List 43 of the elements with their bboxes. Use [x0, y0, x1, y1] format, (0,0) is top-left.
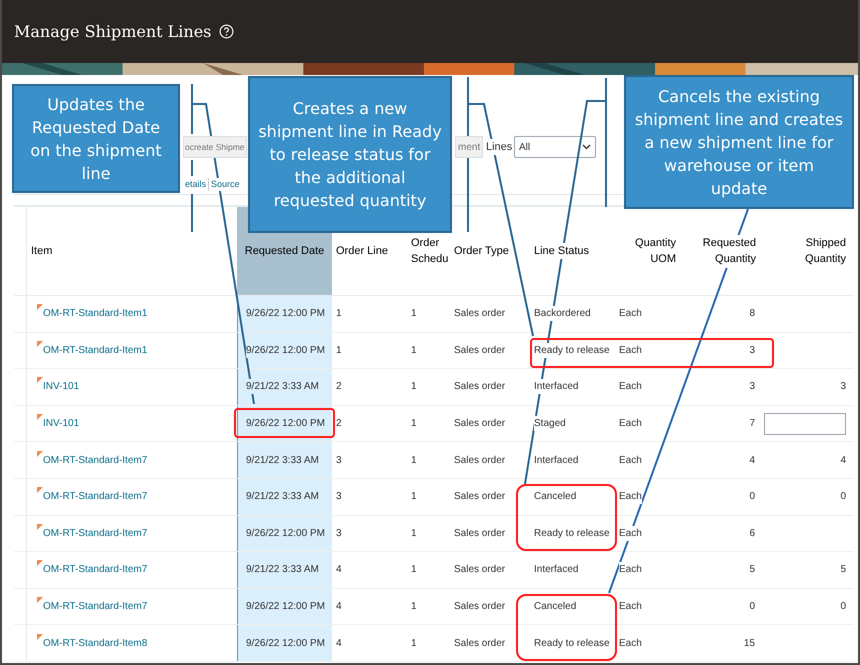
chevron-down-icon — [582, 144, 591, 150]
table-cell: Ready to release — [534, 526, 610, 541]
flag-icon — [37, 377, 43, 384]
flag-icon — [37, 524, 43, 530]
flag-icon — [37, 560, 43, 566]
table-cell: Ready to release — [534, 636, 610, 651]
help-icon[interactable] — [219, 24, 234, 39]
table-cell: 9/21/22 3:33 AM — [246, 379, 319, 394]
callout: Updates the Requested Date on the shipment line — [12, 84, 180, 193]
item-link[interactable]: OM-RT-Standard-Item1 — [37, 306, 148, 322]
table-cell: Interfaced — [534, 379, 578, 394]
flag-icon — [37, 304, 43, 310]
table-cell: Each — [619, 526, 642, 541]
item-link[interactable]: INV-101 — [37, 416, 80, 432]
table-cell: Backordered — [534, 306, 591, 322]
column-header[interactable]: Line Status — [534, 242, 590, 260]
item-link[interactable]: OM-RT-Standard-Item1 — [37, 342, 148, 358]
table-cell: Staged — [534, 416, 566, 432]
toolbar-button[interactable]: ocreate Shipme — [183, 136, 247, 158]
item-link[interactable]: OM-RT-Standard-Item8 — [37, 636, 148, 651]
callout: Creates a new shipment line in Ready to release status for the additional requested quantity — [248, 76, 452, 233]
item-link[interactable]: OM-RT-Standard-Item7 — [37, 599, 148, 614]
callout: Cancels the existing shipment line and creates a new shipment line for warehouse or item update — [624, 75, 854, 209]
flag-icon — [37, 340, 43, 347]
flag-icon — [37, 597, 43, 604]
item-link[interactable]: OM-RT-Standard-Item7 — [37, 489, 148, 504]
item-link[interactable]: INV-101 — [37, 379, 80, 394]
flag-icon — [37, 450, 43, 457]
lines-select[interactable]: All — [514, 136, 596, 158]
tab[interactable]: Source — [208, 178, 242, 192]
item-link[interactable]: OM-RT-Standard-Item7 — [37, 526, 148, 541]
shipped-quantity-field[interactable] — [764, 412, 846, 435]
flag-icon — [37, 414, 43, 420]
toolbar-button[interactable]: ment — [455, 136, 484, 158]
flag-icon — [37, 487, 43, 494]
flag-icon — [37, 634, 43, 640]
table-cell: Each — [619, 489, 642, 504]
table-cell: 9/26/22 12:00 PM — [246, 342, 325, 358]
lines-label: Lines — [486, 138, 512, 156]
table-cell: Ready to release — [534, 342, 610, 358]
item-link[interactable]: OM-RT-Standard-Item7 — [37, 562, 148, 578]
window-title: Manage Shipment Lines — [14, 20, 212, 42]
item-link[interactable]: OM-RT-Standard-Item7 — [37, 452, 148, 468]
